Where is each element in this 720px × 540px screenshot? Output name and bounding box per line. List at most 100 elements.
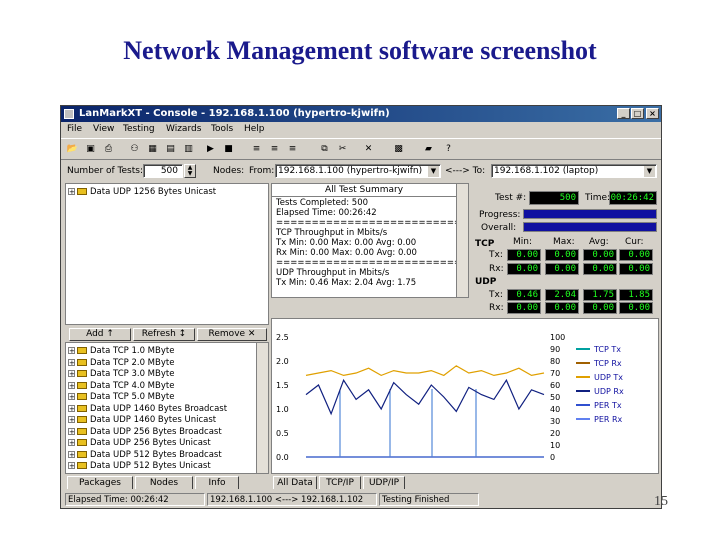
list-item[interactable]: + Data TCP 2.0 MByte	[68, 357, 174, 369]
expand-icon[interactable]: +	[68, 450, 75, 458]
folder-icon[interactable]: ▰	[421, 142, 436, 156]
title-bar[interactable]: LanMarkXT - Console - 192.168.1.100 (hyp…	[61, 106, 661, 122]
page-number: 15	[654, 494, 668, 509]
time-display: 00:26:42	[609, 191, 657, 205]
to-label: <---> To:	[445, 166, 486, 176]
expand-icon[interactable]: +	[68, 462, 75, 470]
tab-info[interactable]: Info	[195, 476, 239, 489]
help-icon[interactable]: ?	[441, 142, 456, 156]
list-item[interactable]: + Data TCP 3.0 MByte	[68, 368, 174, 380]
remove-button[interactable]: Remove ✕	[197, 328, 267, 341]
expand-icon[interactable]: +	[68, 188, 75, 196]
expand-icon[interactable]: +	[68, 416, 75, 424]
list-item[interactable]: + Data TCP 1.0 MByte	[68, 345, 174, 357]
menu-file[interactable]: File	[67, 124, 82, 134]
align-center-icon[interactable]: ≡	[267, 142, 282, 156]
play-icon[interactable]: ▶	[203, 142, 218, 156]
chevron-down-icon[interactable]: ▼	[644, 166, 655, 177]
list-item[interactable]: + Data UDP 1460 Bytes Unicast	[68, 414, 216, 426]
list-item-label: Data TCP 2.0 MByte	[90, 357, 175, 368]
expand-icon[interactable]: +	[68, 358, 75, 366]
open-folder-icon[interactable]: 📂	[65, 142, 80, 156]
network-icon[interactable]: ⚇	[127, 142, 142, 156]
expand-icon[interactable]: +	[68, 427, 75, 435]
copy-icon[interactable]: ⧉	[317, 142, 332, 156]
list-item-label: Data TCP 1.0 MByte	[90, 346, 175, 356]
from-node-select[interactable]: 192.168.1.100 (hypertro-kjwifn) ▼	[275, 164, 441, 178]
y-right-tick-label: 60	[550, 381, 560, 390]
list-item[interactable]: + Data UDP 256 Bytes Unicast	[68, 437, 211, 449]
expand-icon[interactable]: +	[68, 381, 75, 389]
summary-line: ==================================	[276, 258, 468, 268]
print-icon[interactable]: ⎙	[101, 142, 116, 156]
monitor-icon[interactable]: ▩	[391, 142, 406, 156]
tab-tcp-ip[interactable]: TCP/IP	[319, 476, 361, 489]
list-item[interactable]: + Data UDP 256 Bytes Broadcast	[68, 426, 222, 438]
align-left-icon[interactable]: ≡	[249, 142, 264, 156]
delete-icon[interactable]: ✕	[361, 142, 376, 156]
y-right-tick-label: 0	[550, 453, 555, 462]
menu-bar: File View Testing Wizards Tools Help	[61, 123, 661, 137]
grid-icon[interactable]: ▦	[145, 142, 160, 156]
minimize-button[interactable]: _	[617, 108, 630, 119]
list-item[interactable]: + Data UDP 512 Bytes Unicast	[68, 460, 211, 472]
summary-scrollbar[interactable]	[456, 184, 468, 297]
maximize-button[interactable]: □	[631, 108, 644, 119]
summary-line: ==================================	[276, 218, 468, 228]
expand-icon[interactable]: +	[68, 347, 75, 355]
menu-help[interactable]: Help	[244, 124, 265, 134]
stop-icon[interactable]: ■	[221, 142, 236, 156]
menu-testing[interactable]: Testing	[123, 124, 155, 134]
y-left-tick-label: 0.5	[276, 429, 289, 438]
list-item[interactable]: + Data UDP 1460 Bytes Broadcast	[68, 403, 227, 415]
to-node-select[interactable]: 192.168.1.102 (laptop) ▼	[491, 164, 657, 178]
expand-icon[interactable]: +	[68, 370, 75, 378]
from-node-value: 192.168.1.100 (hypertro-kjwifn)	[278, 166, 423, 176]
tab-nodes[interactable]: Nodes	[135, 476, 193, 489]
list-item[interactable]: + Data UDP 512 Bytes Broadcast	[68, 449, 222, 461]
tree-item[interactable]: + Data UDP 1256 Bytes Unicast	[68, 186, 216, 198]
folder-icon	[77, 393, 87, 400]
y-right-tick-label: 80	[550, 357, 560, 366]
refresh-button[interactable]: Refresh ↕	[133, 328, 195, 341]
throughput-chart-panel: 2.5 2.0 1.5 1.0 0.5 0.0 100 90 80 70 60 50 40 30 20 10 0…	[271, 318, 659, 474]
close-button[interactable]: ×	[646, 108, 659, 119]
num-tests-spinner[interactable]: ▲ ▼	[184, 164, 196, 178]
list-item-label: Data UDP 1460 Bytes Unicast	[90, 415, 217, 425]
expand-icon[interactable]: +	[68, 404, 75, 412]
table-icon[interactable]: ▤	[163, 142, 178, 156]
add-button[interactable]: Add ↑	[69, 328, 131, 341]
tab-all-data[interactable]: All Data	[273, 476, 317, 489]
expand-icon[interactable]: +	[68, 393, 75, 401]
test-number-label: Test #:	[495, 193, 527, 203]
window-title: LanMarkXT - Console - 192.168.1.100 (hyp…	[79, 108, 390, 119]
summary-panel: All Test Summary Tests Completed: 500 Ela…	[271, 183, 469, 298]
tab-packages[interactable]: Packages	[67, 476, 133, 489]
menu-tools[interactable]: Tools	[211, 124, 233, 134]
overall-label: Overall:	[481, 223, 517, 233]
y-left-tick-label: 1.0	[276, 405, 289, 414]
list-item[interactable]: + Data TCP 4.0 MByte	[68, 380, 174, 392]
tcp-tx-value: 0.00	[619, 249, 653, 261]
test-list-scrollbar[interactable]	[256, 343, 268, 473]
folder-icon	[77, 439, 87, 446]
expand-icon[interactable]: +	[68, 439, 75, 447]
num-tests-input[interactable]: 500	[143, 164, 183, 178]
list-item-label: Data UDP 256 Bytes Broadcast	[90, 426, 222, 437]
summary-line: Tx Min: 0.46 Max: 2.04 Avg: 1.75	[276, 278, 417, 288]
menu-view[interactable]: View	[93, 124, 114, 134]
throughput-chart: 2.52.01.51.00.50.01009080706050403020100…	[276, 333, 624, 462]
list-item-label: Data TCP 5.0 MByte	[90, 392, 175, 402]
sheet-icon[interactable]: ▥	[181, 142, 196, 156]
folder-icon	[77, 427, 87, 435]
list-item[interactable]: + Data TCP 5.0 MByte	[68, 391, 174, 403]
folder-icon	[77, 358, 87, 366]
align-right-icon[interactable]: ≡	[285, 142, 300, 156]
summary-line: UDP Throughput in Mbits/s	[276, 268, 390, 278]
chevron-down-icon[interactable]: ▼	[428, 166, 439, 177]
save-icon[interactable]: ▣	[83, 142, 98, 156]
cut-icon[interactable]: ✂	[335, 142, 350, 156]
min-header: Min:	[513, 237, 533, 247]
menu-wizards[interactable]: Wizards	[166, 124, 201, 134]
tab-udp-ip[interactable]: UDP/IP	[363, 476, 405, 489]
